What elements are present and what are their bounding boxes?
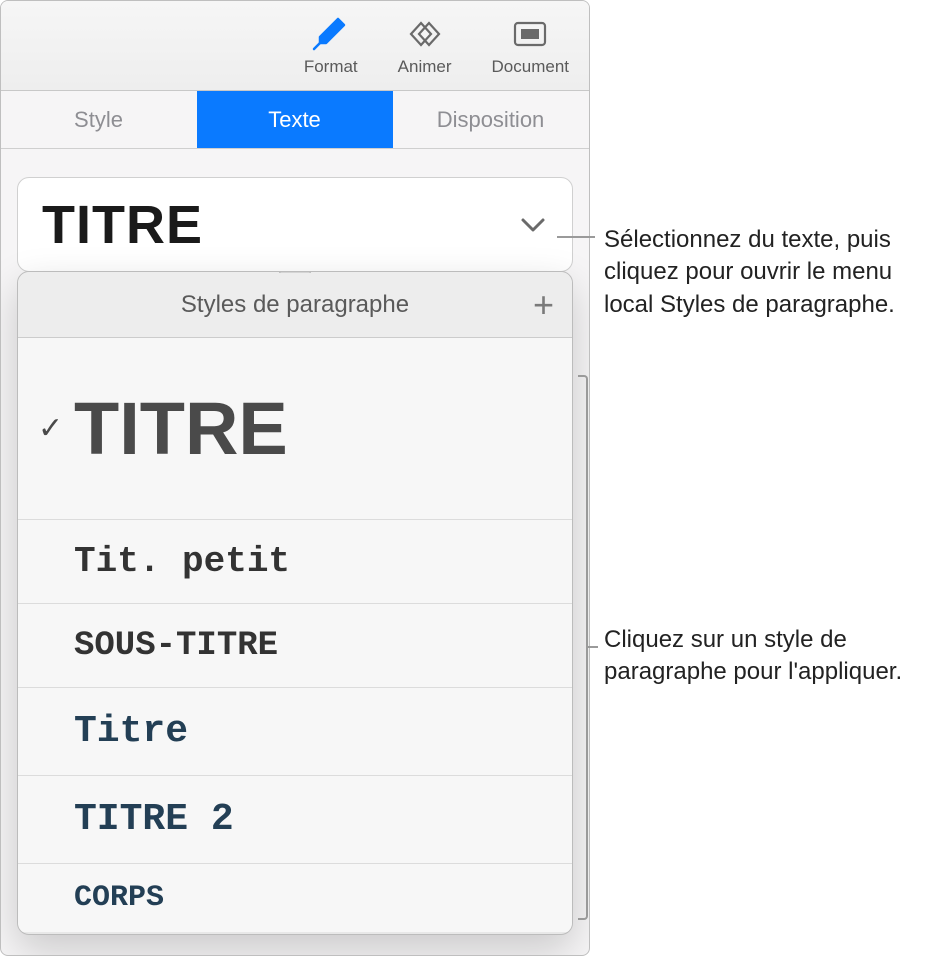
style-item-label: Tit. petit: [38, 541, 290, 582]
animate-button[interactable]: Animer: [398, 15, 452, 77]
inspector-panel: Format Animer Document Style Texte D: [0, 0, 590, 956]
style-item-label: SOUS-TITRE: [38, 627, 278, 665]
popover-title: Styles de paragraphe: [181, 291, 409, 319]
diamond-icon: [402, 15, 448, 53]
popover-header: Styles de paragraphe +: [18, 272, 572, 338]
document-label: Document: [492, 57, 569, 77]
tab-layout[interactable]: Disposition: [393, 91, 589, 148]
callout-leader-line: [557, 236, 595, 238]
style-list: ✓ TITRE Tit. petit SOUS-TITRE Titre TITR…: [18, 338, 572, 932]
style-item-body[interactable]: CORPS: [18, 864, 572, 932]
document-button[interactable]: Document: [492, 15, 569, 77]
document-icon: [507, 15, 553, 53]
add-style-button[interactable]: +: [533, 287, 554, 323]
animate-label: Animer: [398, 57, 452, 77]
current-style-label: TITRE: [42, 194, 203, 256]
paragraph-styles-popover: Styles de paragraphe + ✓ TITRE Tit. peti…: [17, 271, 573, 935]
callout-text-2: Cliquez sur un style de paragraphe pour …: [604, 624, 904, 689]
callout-bracket-stem: [588, 646, 598, 648]
style-item-label: TITRE 2: [38, 798, 234, 841]
paragraph-style-select[interactable]: TITRE: [17, 177, 573, 272]
callout-text-1: Sélectionnez du texte, puis cliquez pour…: [604, 224, 914, 321]
style-item-label: CORPS: [38, 881, 164, 915]
popover-arrow-icon: [279, 271, 311, 273]
callout-bracket: [578, 375, 588, 920]
tab-text[interactable]: Texte: [197, 91, 393, 148]
format-button[interactable]: Format: [304, 15, 358, 77]
tab-style[interactable]: Style: [1, 91, 197, 148]
style-item-title[interactable]: ✓ TITRE: [18, 338, 572, 520]
style-item-subtitle[interactable]: SOUS-TITRE: [18, 604, 572, 688]
toolbar: Format Animer Document: [1, 1, 589, 91]
format-label: Format: [304, 57, 358, 77]
style-item-heading-2[interactable]: TITRE 2: [18, 776, 572, 864]
checkmark-icon: ✓: [38, 411, 74, 446]
chevron-down-icon: [518, 214, 548, 236]
style-item-heading[interactable]: Titre: [18, 688, 572, 776]
brush-icon: [308, 15, 354, 53]
style-item-label: TITRE: [74, 386, 288, 471]
style-item-label: Titre: [38, 710, 188, 753]
tab-bar: Style Texte Disposition: [1, 91, 589, 149]
style-item-small-title[interactable]: Tit. petit: [18, 520, 572, 604]
